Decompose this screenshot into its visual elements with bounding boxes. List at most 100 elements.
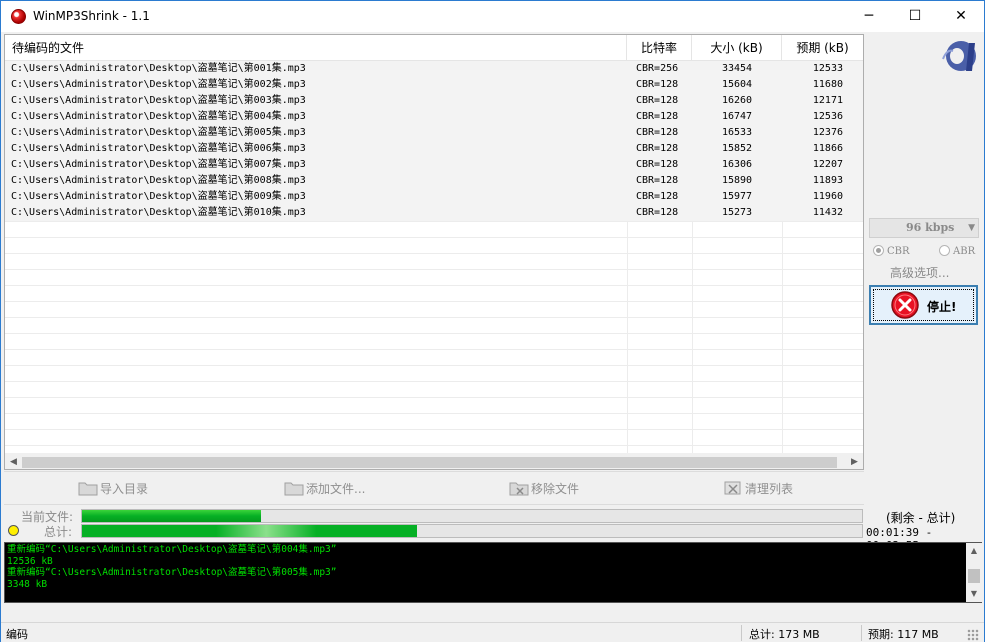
list-header: 待编码的文件 比特率 大小 (kB) 预期 (kB)	[5, 35, 863, 61]
resize-grip-icon[interactable]	[967, 629, 979, 641]
toolbar: 导入目录 添加文件... 移除文件 清理列表	[4, 471, 864, 505]
close-button[interactable]: ✕	[938, 1, 984, 32]
clear-list-button[interactable]: 清理列表	[723, 480, 793, 498]
file-list[interactable]: 待编码的文件 比特率 大小 (kB) 预期 (kB) C:\Users\Admi…	[4, 34, 864, 470]
cbr-radio[interactable]: CBR	[873, 245, 910, 259]
log-line: 3348 kB	[7, 578, 48, 590]
cell-bitrate: CBR=128	[636, 175, 679, 186]
cell-file: C:\Users\Administrator\Desktop\盗墓笔记\第001…	[11, 63, 306, 74]
cell-file: C:\Users\Administrator\Desktop\盗墓笔记\第008…	[11, 175, 306, 186]
add-files-button[interactable]: 添加文件...	[284, 480, 365, 498]
window-title: WinMP3Shrink - 1.1	[33, 9, 150, 23]
cell-file: C:\Users\Administrator\Desktop\盗墓笔记\第009…	[11, 191, 306, 202]
radio-dot-icon	[873, 245, 884, 256]
vertical-scrollbar[interactable]: ▲ ▼	[966, 543, 982, 602]
cell-bitrate: CBR=128	[636, 159, 679, 170]
column-header-file[interactable]: 待编码的文件	[5, 35, 627, 61]
import-folder-button[interactable]: 导入目录	[78, 480, 148, 498]
log-lines: 重新编码“C:\Users\Administrator\Desktop\盗墓笔记…	[7, 544, 962, 590]
cell-size: 15273	[721, 207, 753, 218]
status-separator	[741, 625, 742, 641]
app-logo-icon	[942, 41, 976, 71]
table-row[interactable]: C:\Users\Administrator\Desktop\盗墓笔记\第009…	[5, 189, 863, 205]
add-label: 添加文件...	[306, 482, 366, 496]
scrollbar-thumb[interactable]	[968, 569, 980, 583]
log-console[interactable]: 重新编码“C:\Users\Administrator\Desktop\盗墓笔记…	[4, 542, 982, 603]
cell-estimate: 12207	[812, 159, 843, 170]
status-bar: 编码 总计: 173 MB 预期: 117 MB	[1, 622, 984, 642]
scroll-left-icon[interactable]: ◀	[5, 454, 22, 469]
cell-bitrate: CBR=128	[636, 207, 679, 218]
total-label: 总计:	[44, 525, 73, 539]
cell-file: C:\Users\Administrator\Desktop\盗墓笔记\第003…	[11, 95, 306, 106]
cell-estimate: 11866	[812, 143, 843, 154]
scroll-up-icon[interactable]: ▲	[966, 543, 982, 559]
remove-label: 移除文件	[531, 482, 580, 496]
table-row[interactable]: C:\Users\Administrator\Desktop\盗墓笔记\第002…	[5, 77, 863, 93]
table-row[interactable]: C:\Users\Administrator\Desktop\盗墓笔记\第004…	[5, 109, 863, 125]
table-row[interactable]: C:\Users\Administrator\Desktop\盗墓笔记\第007…	[5, 157, 863, 173]
grid-line	[5, 445, 863, 446]
stop-x-icon	[891, 291, 919, 319]
cell-bitrate: CBR=128	[636, 111, 679, 122]
grid-line	[5, 237, 863, 238]
column-header-estimate[interactable]: 预期 (kB)	[782, 35, 863, 61]
table-row[interactable]: C:\Users\Administrator\Desktop\盗墓笔记\第003…	[5, 93, 863, 109]
maximize-button[interactable]: ☐	[892, 1, 938, 32]
cell-bitrate: CBR=256	[636, 63, 679, 74]
column-header-bitrate[interactable]: 比特率	[627, 35, 692, 61]
grid-line	[5, 317, 863, 318]
cell-file: C:\Users\Administrator\Desktop\盗墓笔记\第002…	[11, 79, 306, 90]
log-line: 重新编码“C:\Users\Administrator\Desktop\盗墓笔记…	[7, 544, 337, 555]
status-indicator-icon	[8, 525, 19, 536]
status-mode: 编码	[6, 628, 28, 641]
horizontal-scrollbar[interactable]: ◀ ▶	[5, 453, 863, 469]
status-total-size: 总计: 173 MB	[749, 628, 820, 641]
grid-line	[5, 221, 863, 222]
grid-line	[5, 301, 863, 302]
scroll-down-icon[interactable]: ▼	[966, 586, 982, 602]
table-row[interactable]: C:\Users\Administrator\Desktop\盗墓笔记\第006…	[5, 141, 863, 157]
grid-line	[5, 365, 863, 366]
cell-size: 15890	[721, 175, 753, 186]
grid-line	[5, 253, 863, 254]
bitrate-dropdown[interactable]: 96 kbps ▼	[869, 218, 979, 238]
column-header-size[interactable]: 大小 (kB)	[692, 35, 782, 61]
cell-size: 16306	[721, 159, 753, 170]
cell-bitrate: CBR=128	[636, 143, 679, 154]
minimize-button[interactable]: ─	[846, 1, 892, 32]
cell-estimate: 11680	[812, 79, 843, 90]
cell-estimate: 11432	[812, 207, 843, 218]
grid-line	[5, 285, 863, 286]
table-row[interactable]: C:\Users\Administrator\Desktop\盗墓笔记\第001…	[5, 61, 863, 77]
remove-file-button[interactable]: 移除文件	[509, 480, 579, 498]
cell-size: 15977	[721, 191, 753, 202]
folder-icon	[78, 482, 98, 496]
cell-estimate: 12533	[812, 63, 843, 74]
cell-estimate: 12376	[812, 127, 843, 138]
grid-line	[5, 381, 863, 382]
grid-line	[627, 221, 628, 453]
bitrate-value: 96 kbps	[906, 221, 955, 234]
table-row[interactable]: C:\Users\Administrator\Desktop\盗墓笔记\第010…	[5, 205, 863, 221]
cell-file: C:\Users\Administrator\Desktop\盗墓笔记\第007…	[11, 159, 306, 170]
status-separator	[861, 625, 862, 641]
abr-radio[interactable]: ABR	[939, 245, 975, 259]
cell-bitrate: CBR=128	[636, 79, 679, 90]
title-bar[interactable]: WinMP3Shrink - 1.1 ─ ☐ ✕	[1, 1, 984, 32]
chevron-down-icon: ▼	[968, 223, 975, 233]
grid-line	[5, 269, 863, 270]
table-row[interactable]: C:\Users\Administrator\Desktop\盗墓笔记\第008…	[5, 173, 863, 189]
cell-estimate: 11960	[812, 191, 843, 202]
table-row[interactable]: C:\Users\Administrator\Desktop\盗墓笔记\第005…	[5, 125, 863, 141]
advanced-options-button[interactable]: 高级选项...	[890, 264, 949, 281]
log-line: 12536 kB	[7, 555, 53, 567]
grid-line	[782, 221, 783, 453]
cbr-label: CBR	[887, 246, 910, 257]
stop-button[interactable]: 停止!	[869, 285, 978, 325]
scroll-right-icon[interactable]: ▶	[846, 454, 863, 469]
scrollbar-thumb[interactable]	[22, 457, 837, 468]
import-label: 导入目录	[100, 482, 149, 496]
grid-line	[5, 429, 863, 430]
cell-estimate: 11893	[812, 175, 843, 186]
